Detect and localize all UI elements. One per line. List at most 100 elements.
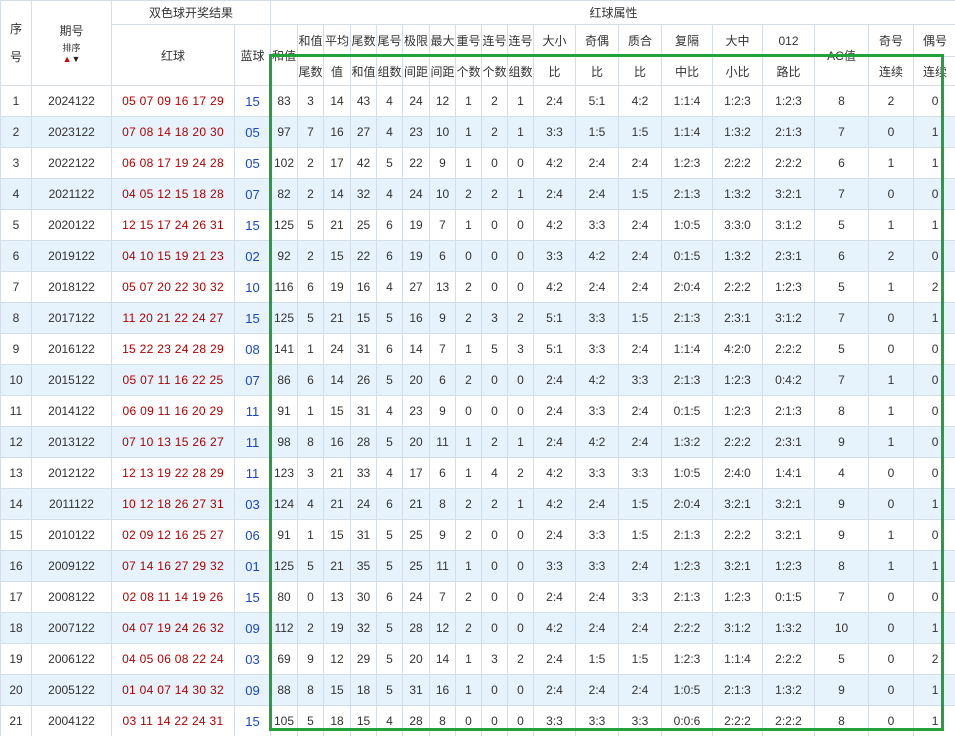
row-attr-cell: 1 (455, 85, 483, 117)
header-attr-bottom: 个数 (481, 56, 509, 86)
row-attr-cell: 5 (297, 209, 325, 241)
table-row: 18 2007122 04 07 19 24 26 32 09 112 2 19 32 5 28 1… (0, 612, 955, 644)
row-attr-cell: 125 (270, 550, 299, 582)
row-period: 2021122 (31, 178, 112, 210)
row-attr-cell: 9 (429, 519, 457, 551)
row-attr-cell: 20 (402, 426, 431, 458)
row-attr-cell: 1:0:5 (661, 209, 714, 241)
row-attr-cell: 3:3 (575, 705, 620, 736)
header-attr-bottom: 组数 (507, 56, 535, 86)
row-attr-cell: 7 (814, 581, 870, 613)
sort-toggle[interactable]: 排序 ▲▼ (33, 41, 111, 64)
row-attr-cell: 2 (455, 519, 483, 551)
row-attr-cell: 6 (429, 457, 457, 489)
row-attr-cell: 69 (270, 643, 299, 675)
row-attr-cell: 0 (868, 488, 915, 520)
row-attr-cell: 1:5 (575, 643, 620, 675)
row-attr-cell: 3:2:1 (762, 178, 816, 210)
row-attr-cell: 3:2:1 (712, 488, 764, 520)
row-attr-cell: 0 (481, 395, 509, 427)
header-attr-bottom: 比 (575, 56, 620, 86)
row-attr-cell: 28 (350, 426, 378, 458)
row-attr-cell: 116 (270, 271, 299, 303)
row-attr-cell: 1 (913, 116, 955, 148)
header-attr-top: 质合 (618, 24, 663, 57)
row-attr-cell: 1:3:2 (712, 178, 764, 210)
row-attr-cell: 3:3 (575, 457, 620, 489)
row-attr-cell: 33 (350, 457, 378, 489)
row-red-balls: 03 11 14 22 24 31 (111, 705, 235, 736)
row-attr-cell: 2:4 (575, 674, 620, 706)
row-attr-cell: 124 (270, 488, 299, 520)
header-draw-group: 双色球开奖结果 (110, 0, 272, 25)
row-blue-ball: 07 (233, 178, 272, 210)
table-row: 21 2004122 03 11 14 22 24 31 15 105 5 18 15 4 28 8… (0, 705, 955, 736)
row-red-balls: 12 13 19 22 28 29 (111, 457, 235, 489)
row-attr-cell: 7 (814, 116, 870, 148)
row-blue-ball: 09 (233, 674, 272, 706)
row-attr-cell: 141 (270, 333, 299, 365)
row-attr-cell: 7 (297, 116, 325, 148)
row-blue-ball: 15 (233, 581, 272, 613)
row-attr-cell: 5 (297, 550, 325, 582)
row-attr-cell: 1:3:2 (762, 612, 816, 644)
row-attr-cell: 1:3:2 (712, 240, 764, 272)
row-attr-cell: 1:1:4 (712, 643, 764, 675)
header-attr-top: 最大 (429, 24, 457, 57)
row-attr-cell: 3:3 (618, 364, 663, 396)
table-row: 5 2020122 12 15 17 24 26 31 15 125 5 21 25 6 19 7 1… (0, 209, 955, 241)
row-attr-cell: 1:5 (618, 116, 663, 148)
row-attr-cell: 3:1:2 (712, 612, 764, 644)
row-attr-cell: 25 (402, 550, 431, 582)
row-attr-cell: 1 (913, 209, 955, 241)
header-attr-top: 偶号 (913, 24, 955, 57)
row-attr-cell: 1:0:5 (661, 674, 714, 706)
header-attr-bottom: 比 (533, 56, 577, 86)
row-attr-cell: 7 (429, 333, 457, 365)
row-attr-cell: 2:4 (533, 178, 577, 210)
sort-down-icon[interactable]: ▼ (72, 54, 81, 64)
row-attr-cell: 1 (455, 674, 483, 706)
header-attr-bottom: 小比 (712, 56, 764, 86)
header-attr-top: 和值 (297, 24, 325, 57)
row-attr-cell: 2:2:2 (762, 643, 816, 675)
row-blue-ball: 05 (233, 116, 272, 148)
row-attr-cell: 4:2 (533, 209, 577, 241)
row-attr-cell: 3 (507, 333, 535, 365)
row-attr-cell: 7 (814, 364, 870, 396)
table-row: 13 2012122 12 13 19 22 28 29 11 123 3 21 33 4 17 6… (0, 457, 955, 489)
header-attr-top: 极限 (402, 24, 431, 57)
header-attr-top: 复隔 (661, 24, 714, 57)
row-attr-cell: 12 (323, 643, 352, 675)
row-attr-cell: 0 (868, 302, 915, 334)
row-attr-cell: 0:4:2 (762, 364, 816, 396)
row-attr-cell: 1:5 (575, 116, 620, 148)
row-attr-cell: 31 (350, 519, 378, 551)
row-attr-cell: 4 (376, 271, 404, 303)
row-attr-cell: 6 (429, 364, 457, 396)
sort-label: 排序 (62, 43, 81, 53)
row-attr-cell: 1 (913, 488, 955, 520)
row-attr-cell: 22 (350, 240, 378, 272)
row-attr-cell: 2 (913, 643, 955, 675)
header-period[interactable]: 期号 排序 ▲▼ (31, 0, 112, 86)
row-seq: 9 (0, 333, 32, 365)
row-period: 2020122 (31, 209, 112, 241)
row-attr-cell: 19 (323, 271, 352, 303)
header-seq-char: 号 (9, 50, 22, 64)
row-attr-cell: 21 (323, 457, 352, 489)
row-attr-cell: 2:2:2 (762, 333, 816, 365)
row-attr-cell: 0 (481, 612, 509, 644)
row-attr-cell: 6 (376, 488, 404, 520)
row-attr-cell: 8 (429, 705, 457, 736)
row-attr-cell: 42 (350, 147, 378, 179)
row-blue-ball: 05 (233, 147, 272, 179)
row-attr-cell: 2:4:0 (712, 457, 764, 489)
row-attr-cell: 7 (429, 581, 457, 613)
row-attr-cell: 2:1:3 (712, 674, 764, 706)
row-attr-cell: 23 (402, 116, 431, 148)
row-attr-cell: 1:5 (618, 643, 663, 675)
sort-up-icon[interactable]: ▲ (63, 54, 72, 64)
header-attr-bottom: 间距 (402, 56, 431, 86)
row-attr-cell: 1:2:3 (712, 85, 764, 117)
